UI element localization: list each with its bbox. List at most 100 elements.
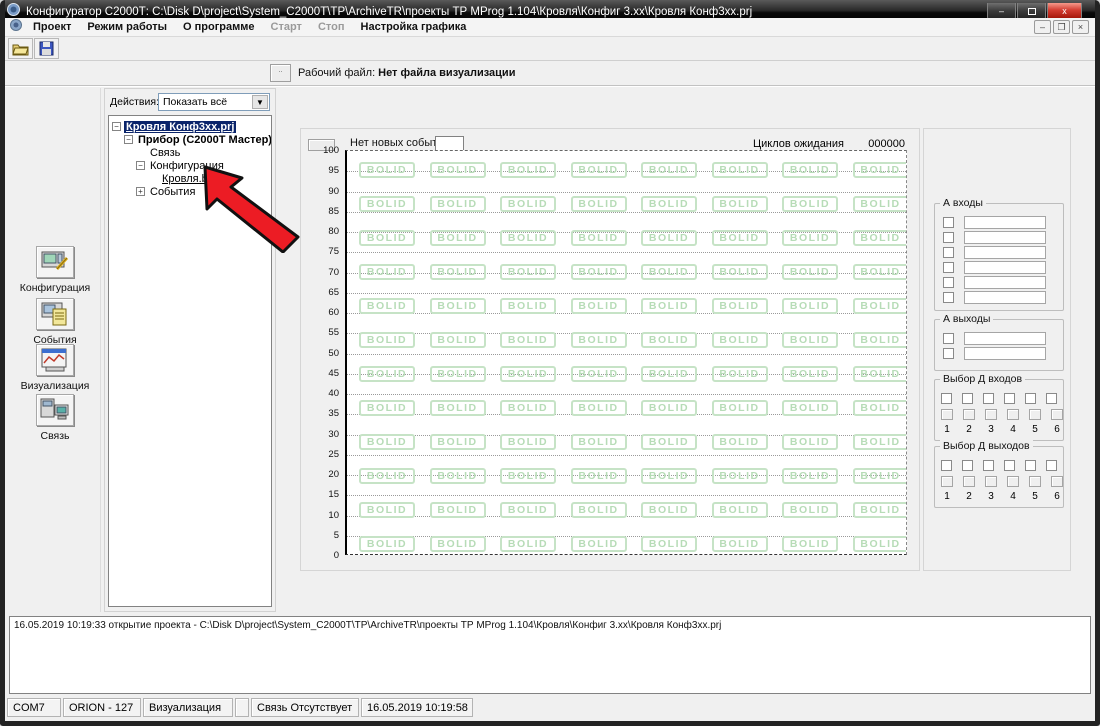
d-output-button[interactable] — [963, 476, 975, 487]
tree-item[interactable]: −Прибор (С2000Т Мастер) — [109, 133, 271, 146]
tree-item-label[interactable]: Кровля Конф3хх.prj — [124, 121, 236, 133]
expand-icon[interactable]: + — [136, 187, 145, 196]
y-tick-label: 85 — [307, 206, 339, 217]
a-input-field[interactable] — [964, 216, 1046, 229]
d-output-number-label: 3 — [985, 491, 997, 502]
a-input-checkbox[interactable] — [943, 262, 954, 273]
trend-plot: BOLID BOLID BOLID BOLID BOLID BOLID BOLID BOLID… — [345, 150, 907, 555]
watermark-bolid: BOLID — [500, 366, 556, 382]
a-output-checkbox[interactable] — [943, 333, 954, 344]
tree-item[interactable]: Связь — [109, 146, 271, 159]
d-output-checkbox[interactable] — [941, 460, 952, 471]
mdi-minimize-button[interactable]: – — [1034, 20, 1051, 34]
a-output-field[interactable] — [964, 347, 1046, 360]
watermark-bolid: BOLID — [853, 502, 908, 518]
watermark-bolid: BOLID — [782, 536, 838, 552]
y-tick-label: 0 — [307, 550, 339, 561]
collapse-icon[interactable]: − — [136, 161, 145, 170]
tree-item-label[interactable]: События — [148, 186, 197, 198]
watermark-bolid: BOLID — [641, 196, 697, 212]
y-tick-label: 45 — [307, 368, 339, 379]
a-outputs-title: А выходы — [940, 313, 993, 325]
collapse-icon[interactable]: − — [112, 122, 121, 131]
watermark-bolid: BOLID — [782, 298, 838, 314]
a-input-field[interactable] — [964, 231, 1046, 244]
nav-button-configuration[interactable]: Конфигурация — [9, 246, 101, 294]
a-input-field[interactable] — [964, 246, 1046, 259]
watermark-bolid: BOLID — [359, 162, 415, 178]
mdi-close-button[interactable]: × — [1072, 20, 1089, 34]
d-input-button[interactable] — [1029, 409, 1041, 420]
d-output-button[interactable] — [941, 476, 953, 487]
d-output-checkbox[interactable] — [1046, 460, 1057, 471]
a-input-checkbox[interactable] — [943, 217, 954, 228]
d-output-button[interactable] — [1051, 476, 1063, 487]
workfile-browse-button[interactable]: .. — [270, 64, 291, 82]
menu-item-проект[interactable]: Проект — [25, 19, 79, 35]
d-input-checkbox[interactable] — [1025, 393, 1036, 404]
status-cell-3 — [235, 698, 249, 717]
d-input-checkbox[interactable] — [983, 393, 994, 404]
a-input-checkbox[interactable] — [943, 232, 954, 243]
d-input-button[interactable] — [941, 409, 953, 420]
a-input-field[interactable] — [964, 276, 1046, 289]
collapse-icon[interactable]: − — [124, 135, 133, 144]
d-input-checkbox[interactable] — [1046, 393, 1057, 404]
d-output-checkbox[interactable] — [1025, 460, 1036, 471]
open-project-button[interactable] — [8, 38, 33, 59]
menu-item-режим-работы[interactable]: Режим работы — [79, 19, 175, 35]
watermark-bolid: BOLID — [430, 332, 486, 348]
watermark-bolid: BOLID — [782, 230, 838, 246]
d-output-button[interactable] — [985, 476, 997, 487]
log-area[interactable]: 16.05.2019 10:19:33 открытие проекта - C… — [9, 616, 1091, 694]
watermark-bolid: BOLID — [853, 400, 908, 416]
watermark-bolid: BOLID — [853, 434, 908, 450]
nav-button-visualization[interactable]: Визуализация — [9, 344, 101, 392]
d-input-checkbox[interactable] — [962, 393, 973, 404]
mdi-restore-button[interactable]: ❐ — [1053, 20, 1070, 34]
a-output-field[interactable] — [964, 332, 1046, 345]
a-output-checkbox[interactable] — [943, 348, 954, 359]
d-output-button[interactable] — [1029, 476, 1041, 487]
d-input-button[interactable] — [1007, 409, 1019, 420]
workfile-value: Нет файла визуализации — [378, 67, 515, 79]
watermark-bolid: BOLID — [712, 468, 768, 484]
tree-item[interactable]: −Кровля Конф3хх.prj — [109, 120, 271, 133]
d-input-button[interactable] — [985, 409, 997, 420]
a-input-checkbox[interactable] — [943, 292, 954, 303]
a-input-field[interactable] — [964, 291, 1046, 304]
d-output-button[interactable] — [1007, 476, 1019, 487]
nav-button-events[interactable]: События — [9, 298, 101, 346]
d-output-checkbox[interactable] — [962, 460, 973, 471]
menu-item-настройка-графика[interactable]: Настройка графика — [353, 19, 475, 35]
watermark-bolid: BOLID — [571, 366, 627, 382]
d-input-button[interactable] — [1051, 409, 1063, 420]
d-output-checkbox[interactable] — [983, 460, 994, 471]
y-tick-label: 60 — [307, 307, 339, 318]
a-input-checkbox[interactable] — [943, 247, 954, 258]
app-window: Конфигуратор С2000Т: C:\Disk D\project\S… — [0, 0, 1100, 726]
d-output-checkbox[interactable] — [1004, 460, 1015, 471]
watermark-bolid: BOLID — [359, 434, 415, 450]
d-input-checkbox[interactable] — [1004, 393, 1015, 404]
d-input-button[interactable] — [963, 409, 975, 420]
d-output-number-label: 6 — [1051, 491, 1063, 502]
save-project-button[interactable] — [34, 38, 59, 59]
watermark-bolid: BOLID — [712, 162, 768, 178]
watermark-bolid: BOLID — [641, 162, 697, 178]
status-cell-2: Визуализация — [143, 698, 233, 717]
tree-item-label[interactable]: Связь — [148, 147, 182, 159]
menu-item-о-программе[interactable]: О программе — [175, 19, 263, 35]
chevron-down-icon[interactable]: ▼ — [252, 95, 268, 109]
tree-item-label[interactable]: Прибор (С2000Т Мастер) — [136, 134, 272, 146]
a-input-checkbox[interactable] — [943, 277, 954, 288]
d-input-checkbox[interactable] — [941, 393, 952, 404]
watermark-bolid: BOLID — [430, 162, 486, 178]
y-tick-label: 75 — [307, 246, 339, 257]
y-tick-label: 5 — [307, 530, 339, 541]
nav-button-link[interactable]: Связь — [9, 394, 101, 442]
a-input-field[interactable] — [964, 261, 1046, 274]
watermark-bolid: BOLID — [571, 468, 627, 484]
actions-select[interactable]: Показать всё ▼ — [158, 93, 270, 111]
d-input-number-label: 6 — [1051, 424, 1063, 435]
